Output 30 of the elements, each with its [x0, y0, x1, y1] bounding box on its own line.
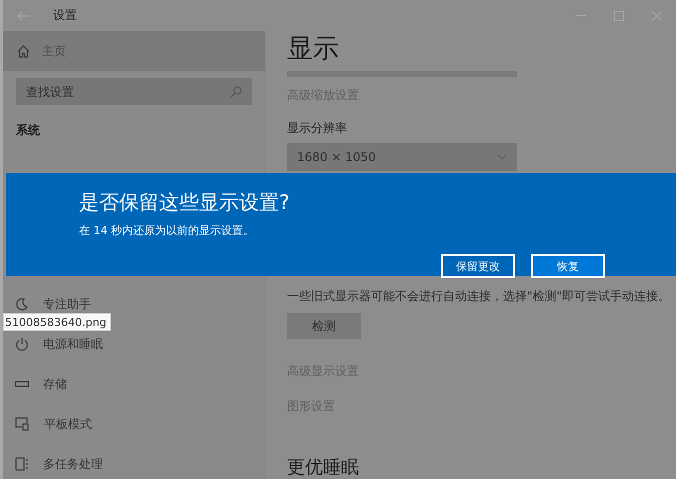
section-heading: 更优睡眠 — [287, 456, 360, 479]
storage-icon — [15, 381, 29, 387]
detect-note: 一些旧式显示器可能不会进行自动连接，选择"检测"即可尝试手动连接。 — [287, 288, 672, 305]
dialog-message: 在 14 秒内还原为以前的显示设置。 — [79, 223, 255, 238]
page-title: 显示 — [287, 33, 340, 66]
search-field[interactable]: 查找设置 — [16, 78, 252, 105]
resolution-dropdown[interactable]: 1680 × 1050 — [287, 143, 517, 171]
detect-button[interactable]: 检测 — [287, 313, 361, 339]
window-title: 设置 — [53, 7, 77, 24]
tablet-icon — [15, 417, 30, 431]
sidebar-item[interactable]: 平板模式 — [3, 416, 96, 432]
chevron-down-icon — [497, 154, 507, 160]
sidebar-item[interactable]: 专注助手 — [3, 296, 95, 312]
section-heading: 系统 — [16, 122, 41, 139]
sidebar-item[interactable]: 电源和睡眠 — [3, 336, 107, 352]
keep-changes-button[interactable]: 保留更改 — [441, 254, 515, 278]
maximize-icon[interactable] — [614, 10, 624, 20]
revert-button[interactable]: 恢复 — [531, 254, 605, 278]
sidebar-item[interactable]: 多任务处理 — [3, 456, 107, 472]
home-icon — [17, 44, 30, 58]
filename-tooltip: 51008583640.png — [3, 313, 112, 331]
sidebar-item[interactable]: 存储 — [3, 376, 71, 392]
back-arrow-icon[interactable] — [17, 10, 31, 20]
power-icon — [15, 337, 29, 351]
close-icon[interactable] — [652, 10, 662, 20]
resolution-label: 显示分辨率 — [287, 120, 348, 137]
multitask-icon — [15, 457, 29, 471]
search-icon — [230, 86, 242, 98]
moon-icon — [15, 297, 29, 311]
dialog-title: 是否保留这些显示设置? — [79, 189, 291, 216]
